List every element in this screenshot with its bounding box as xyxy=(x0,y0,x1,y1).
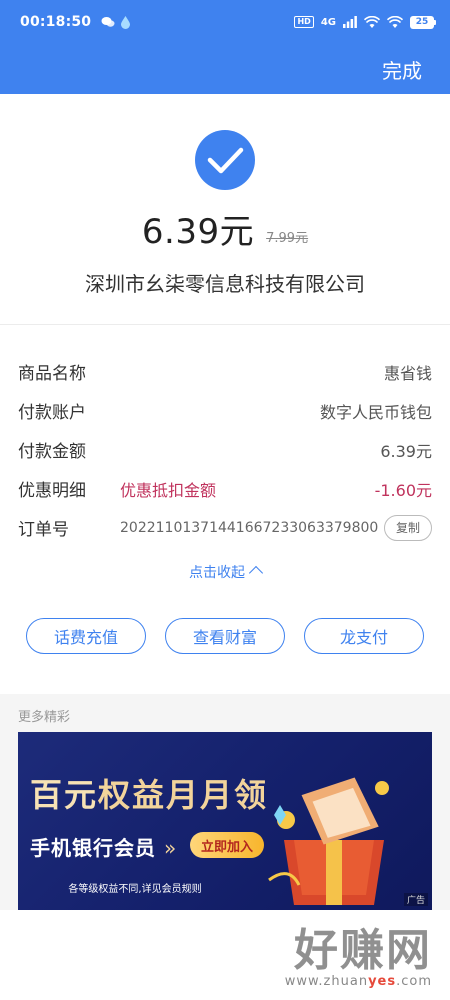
more-title: 更多精彩 xyxy=(18,710,71,725)
pay-amount-value: 6.39元 xyxy=(380,441,432,461)
battery-level: 25 xyxy=(410,15,434,29)
banner-note: 各等级权益不同,详见会员规则 xyxy=(68,884,202,895)
promo-banner[interactable]: 百元权益月月领 手机银行会员» 立即加入 各等级权益不同,详见会员规则 广告 xyxy=(18,732,432,910)
account-value: 数字人民币钱包 xyxy=(319,402,432,422)
battery-icon: 25 xyxy=(410,15,436,29)
notification-drop-icon xyxy=(121,15,131,29)
success-check-icon xyxy=(195,130,255,190)
discount-label: 优惠明细 xyxy=(18,481,86,501)
wifi-icon xyxy=(364,16,380,28)
product-value: 惠省钱 xyxy=(383,363,432,383)
status-time: 00:18:50 xyxy=(20,14,92,30)
chevron-up-icon xyxy=(248,565,264,581)
nav-bar: 完成 xyxy=(0,44,450,94)
watermark-logo: 好赚网 xyxy=(294,925,432,976)
banner-title: 百元权益月月领 xyxy=(30,776,269,814)
detail-row-account: 付款账户 数字人民币钱包 xyxy=(0,391,450,430)
watermark: 好赚网 www.zhuanyes.com xyxy=(285,914,432,989)
action-buttons: 话费充值 查看财富 龙支付 xyxy=(0,618,450,654)
paid-amount: 6.39元 xyxy=(141,212,255,252)
detail-row-amount: 付款金额 6.39元 xyxy=(0,430,450,469)
double-chevron-icon: » xyxy=(164,836,178,860)
signal-icon xyxy=(343,16,357,28)
status-bar: 00:18:50 HD 4G 25 xyxy=(0,0,450,44)
order-label: 订单号 xyxy=(18,520,69,540)
product-label: 商品名称 xyxy=(18,364,86,384)
divider xyxy=(0,324,450,325)
ad-tag: 广告 xyxy=(403,893,428,906)
merchant-name: 深圳市幺柒零信息科技有限公司 xyxy=(85,272,365,296)
wechat-icon xyxy=(101,17,115,27)
collapse-label: 点击收起 xyxy=(189,565,245,581)
collapse-toggle[interactable]: 点击收起 xyxy=(0,562,450,582)
detail-row-order: 订单号 2022110137144166723306337980​0 复制 xyxy=(0,508,450,547)
original-amount: 7.99元 xyxy=(266,231,309,246)
payment-details: 商品名称 惠省钱 付款账户 数字人民币钱包 付款金额 6.39元 优惠明细 优惠… xyxy=(0,352,450,547)
pay-amount-label: 付款金额 xyxy=(18,442,86,462)
topup-button[interactable]: 话费充值 xyxy=(26,618,146,654)
header-bar: 00:18:50 HD 4G 25 完成 xyxy=(0,0,450,94)
discount-value: -1.60元 xyxy=(374,480,432,500)
hd-badge: HD xyxy=(294,16,314,28)
detail-row-discount: 优惠明细 优惠抵扣金额 -1.60元 xyxy=(0,469,450,508)
account-label: 付款账户 xyxy=(18,403,86,423)
wealth-button[interactable]: 查看财富 xyxy=(165,618,285,654)
order-number: 2022110137144166723306337980​0 xyxy=(120,519,379,536)
payment-result: 6.39元 7.99元 深圳市幺柒零信息科技有限公司 xyxy=(0,94,450,325)
copy-button[interactable]: 复制 xyxy=(384,514,432,541)
done-button[interactable]: 完成 xyxy=(382,55,422,84)
gift-box-icon xyxy=(268,777,389,905)
discount-name: 优惠抵扣金额 xyxy=(120,480,217,500)
wifi-icon-2 xyxy=(387,16,403,28)
join-now-button[interactable]: 立即加入 xyxy=(190,832,264,858)
banner-subtitle: 手机银行会员» xyxy=(30,836,178,860)
network-type: 4G xyxy=(320,16,336,28)
longpay-button[interactable]: 龙支付 xyxy=(304,618,424,654)
detail-row-product: 商品名称 惠省钱 xyxy=(0,352,450,391)
